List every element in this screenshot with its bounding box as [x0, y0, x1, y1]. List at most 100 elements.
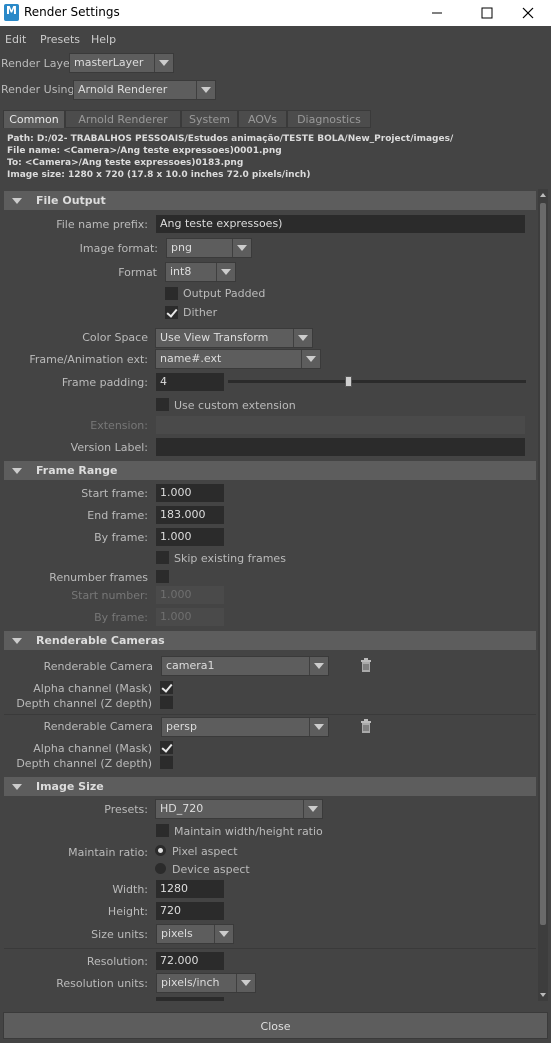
- resolution-input[interactable]: 72.000: [156, 952, 224, 970]
- skip-existing-checkbox[interactable]: [156, 551, 169, 564]
- frame-padding-input[interactable]: 4: [156, 373, 224, 391]
- depth-channel-checkbox[interactable]: [160, 756, 173, 769]
- render-layer-dropdown[interactable]: masterLayer: [69, 53, 174, 73]
- render-using-label: Render Using: [1, 83, 75, 96]
- chevron-down-icon: [197, 81, 215, 99]
- close-window-button[interactable]: [505, 0, 551, 26]
- chevron-down-icon: [302, 350, 320, 368]
- size-units-value: pixels: [161, 927, 193, 940]
- presets-dropdown[interactable]: HD_720: [155, 799, 323, 819]
- color-space-dropdown[interactable]: Use View Transform: [155, 328, 313, 348]
- maximize-icon: [481, 7, 493, 19]
- render-layer-label: Render Layer: [1, 57, 75, 70]
- resolution-units-label: Resolution units:: [56, 977, 148, 990]
- device-aspect-ratio-input[interactable]: [156, 997, 224, 1001]
- depth-channel-label: Depth channel (Z depth): [16, 697, 152, 710]
- frame-ext-label: Frame/Animation ext:: [29, 353, 148, 366]
- file-prefix-input[interactable]: Ang teste expressoes): [156, 215, 525, 233]
- alpha-channel-checkbox[interactable]: [160, 681, 173, 694]
- chevron-down-icon: [215, 925, 233, 943]
- file-prefix-label: File name prefix:: [56, 218, 148, 231]
- scroll-up-icon[interactable]: [538, 189, 548, 201]
- renumber-frames-label: Renumber frames: [49, 571, 148, 584]
- section-frame-range[interactable]: Frame Range: [4, 461, 536, 480]
- title-bar: M Render Settings: [0, 0, 551, 26]
- maximize-button[interactable]: [464, 0, 510, 26]
- expand-triangle-icon: [12, 198, 22, 204]
- chevron-down-icon: [304, 800, 322, 818]
- alpha-channel-checkbox[interactable]: [160, 741, 173, 754]
- frame-padding-slider[interactable]: [228, 380, 526, 383]
- tab-system[interactable]: System: [181, 110, 238, 128]
- format-label: Format: [118, 266, 157, 279]
- render-using-dropdown[interactable]: Arnold Renderer: [73, 80, 216, 100]
- tab-bar: Common Arnold Renderer System AOVs Diagn…: [0, 110, 551, 128]
- info-path: Path: D:/02- TRABALHOS PESSOAIS/Estudos …: [7, 134, 454, 144]
- end-frame-label: End frame:: [87, 509, 148, 522]
- section-file-output[interactable]: File Output: [4, 191, 536, 210]
- trash-icon[interactable]: [360, 658, 372, 673]
- chevron-down-icon: [217, 263, 235, 281]
- tab-arnold-renderer[interactable]: Arnold Renderer: [65, 110, 181, 128]
- by-frame-label: By frame:: [94, 531, 148, 544]
- trash-icon[interactable]: [360, 719, 372, 734]
- section-renderable-cameras-title: Renderable Cameras: [36, 634, 165, 647]
- presets-label: Presets:: [104, 803, 148, 816]
- alpha-channel-label: Alpha channel (Mask): [33, 742, 152, 755]
- height-label: Height:: [107, 905, 148, 918]
- menu-presets[interactable]: Presets: [40, 33, 80, 46]
- frame-ext-value: name#.ext: [160, 352, 222, 365]
- window-title: Render Settings: [24, 5, 120, 19]
- render-using-value: Arnold Renderer: [78, 83, 168, 96]
- size-units-dropdown[interactable]: pixels: [156, 924, 234, 944]
- maintain-ratio-label: Maintain ratio:: [68, 846, 148, 859]
- tab-diagnostics[interactable]: Diagnostics: [287, 110, 371, 128]
- device-aspect-radio[interactable]: [155, 863, 166, 874]
- start-frame-label: Start frame:: [81, 487, 148, 500]
- extension-input: [156, 416, 525, 434]
- color-space-value: Use View Transform: [160, 331, 269, 344]
- section-file-output-title: File Output: [36, 194, 106, 207]
- tab-common[interactable]: Common: [3, 110, 65, 128]
- tab-aovs[interactable]: AOVs: [238, 110, 287, 128]
- depth-channel-checkbox[interactable]: [160, 696, 173, 709]
- size-units-label: Size units:: [91, 928, 148, 941]
- menu-edit[interactable]: Edit: [5, 33, 26, 46]
- menu-help[interactable]: Help: [91, 33, 116, 46]
- height-input[interactable]: 720: [156, 902, 224, 920]
- custom-extension-checkbox[interactable]: [156, 398, 169, 411]
- renderable-camera-dropdown[interactable]: camera1: [161, 656, 329, 676]
- section-renderable-cameras[interactable]: Renderable Cameras: [4, 631, 536, 650]
- width-input[interactable]: 1280: [156, 880, 224, 898]
- chevron-down-icon: [310, 718, 328, 736]
- render-layer-value: masterLayer: [74, 56, 144, 69]
- renderable-camera-value: camera1: [166, 659, 215, 672]
- renumber-frames-checkbox[interactable]: [156, 570, 169, 583]
- scrollbar-thumb[interactable]: [540, 203, 546, 925]
- frame-ext-dropdown[interactable]: name#.ext: [155, 349, 321, 369]
- by-frame-input[interactable]: 1.000: [156, 528, 224, 546]
- output-padded-checkbox[interactable]: [165, 287, 178, 300]
- scroll-down-icon[interactable]: [538, 989, 548, 1001]
- section-image-size[interactable]: Image Size: [4, 777, 536, 796]
- close-button[interactable]: Close: [3, 1012, 548, 1039]
- start-frame-input[interactable]: 1.000: [156, 484, 224, 502]
- expand-triangle-icon: [12, 638, 22, 644]
- image-format-value: png: [171, 241, 192, 254]
- minimize-button[interactable]: [414, 0, 460, 26]
- output-padded-label: Output Padded: [183, 287, 266, 300]
- expand-triangle-icon: [12, 784, 22, 790]
- renderable-camera-dropdown[interactable]: persp: [161, 717, 329, 737]
- resolution-units-dropdown[interactable]: pixels/inch: [156, 973, 256, 993]
- frame-padding-label: Frame padding:: [61, 376, 148, 389]
- version-label-input[interactable]: [156, 438, 525, 456]
- end-frame-input[interactable]: 183.000: [156, 506, 224, 524]
- maintain-wh-ratio-checkbox[interactable]: [156, 824, 169, 837]
- format-dropdown[interactable]: int8: [165, 262, 236, 282]
- pixel-aspect-radio[interactable]: [155, 845, 166, 856]
- image-format-dropdown[interactable]: png: [166, 238, 252, 258]
- custom-extension-label: Use custom extension: [174, 399, 296, 412]
- dither-label: Dither: [183, 306, 218, 319]
- dither-checkbox[interactable]: [165, 306, 178, 319]
- frame-padding-slider-handle[interactable]: [345, 376, 352, 387]
